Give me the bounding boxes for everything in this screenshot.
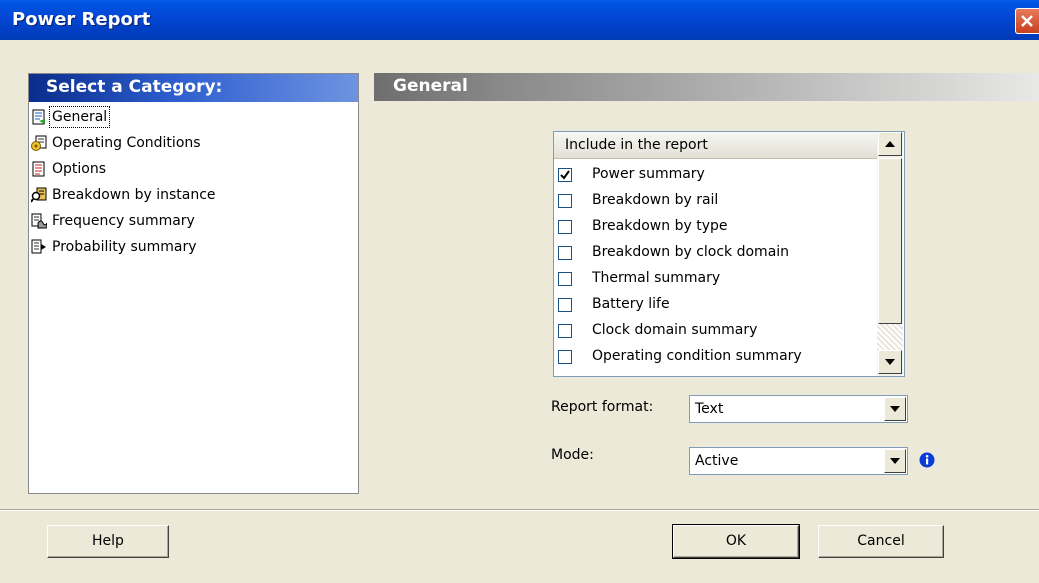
cancel-button[interactable]: Cancel [818,525,944,558]
category-item-label: Frequency summary [52,213,195,229]
include-item-breakdown-by-rail[interactable]: Breakdown by rail [554,188,877,214]
arrow-down-icon [885,359,895,365]
category-item-probability-summary[interactable]: Probability summary [29,234,358,260]
close-icon [1021,15,1033,27]
thermal-summary-checkbox[interactable] [558,272,572,286]
title-bar[interactable]: Power Report [0,0,1039,40]
include-item-power-summary[interactable]: Power summary [554,162,877,188]
options-page-icon [32,161,45,177]
help-button[interactable]: Help [47,525,169,558]
category-item-operating-conditions[interactable]: Operating Conditions [29,130,358,156]
category-item-label: Probability summary [52,239,197,255]
category-item-label: Operating Conditions [52,135,201,151]
info-icon[interactable] [919,452,935,468]
mode-select[interactable]: Active [689,447,908,475]
probability-icon [31,239,46,254]
category-item-breakdown-by-instance[interactable]: Breakdown by instance [29,182,358,208]
include-item-label: Breakdown by type [592,218,728,234]
footer-divider [0,509,1039,511]
arrow-up-icon [885,141,895,147]
chevron-down-icon [890,406,900,412]
window-title: Power Report [12,9,151,30]
conditions-icon [31,135,47,151]
scroll-track[interactable] [877,324,903,350]
ok-button[interactable]: OK [672,524,800,559]
general-header: General [374,73,1039,101]
category-item-options[interactable]: Options [29,156,358,182]
category-list: General Operating Conditions Options Bre… [29,104,358,260]
include-item-clock-domain-summary[interactable]: Clock domain summary [554,318,877,344]
scroll-thumb[interactable] [878,158,902,324]
close-button[interactable] [1015,8,1039,34]
chevron-down-icon [890,458,900,464]
include-in-report-list[interactable]: Include in the report Power summary Brea… [553,131,905,377]
category-item-frequency-summary[interactable]: Frequency summary [29,208,358,234]
include-list-scrollbar[interactable] [877,132,903,376]
include-list-header: Include in the report [554,132,877,159]
include-item-battery-life[interactable]: Battery life [554,292,877,318]
breakdown-by-rail-checkbox[interactable] [558,194,572,208]
breakdown-by-type-checkbox[interactable] [558,220,572,234]
power-summary-checkbox[interactable] [558,168,572,182]
report-format-select[interactable]: Text [689,395,908,423]
scroll-up-button[interactable] [878,132,902,156]
include-item-label: Thermal summary [592,270,721,286]
include-item-label: Breakdown by clock domain [592,244,790,260]
include-item-breakdown-by-type[interactable]: Breakdown by type [554,214,877,240]
include-list-header-label: Include in the report [565,137,708,153]
general-header-label: General [393,76,468,96]
category-item-general[interactable]: General [29,104,358,130]
include-item-operating-condition-summary[interactable]: Operating condition summary [554,344,877,370]
mode-value: Active [695,453,739,469]
mode-label: Mode: [551,447,594,463]
category-item-label: General [48,106,111,128]
report-format-dropdown-button[interactable] [884,397,906,421]
checkmark-icon [560,170,570,180]
include-item-label: Breakdown by rail [592,192,719,208]
clock-domain-summary-checkbox[interactable] [558,324,572,338]
power-report-dialog: Power Report Select a Category: General … [0,0,1039,583]
include-item-label: Power summary [592,166,705,182]
breakdown-by-clock-domain-checkbox[interactable] [558,246,572,260]
scroll-down-button[interactable] [878,350,902,374]
instance-search-icon [31,187,47,203]
include-item-thermal-summary[interactable]: Thermal summary [554,266,877,292]
include-item-breakdown-by-clock-domain[interactable]: Breakdown by clock domain [554,240,877,266]
report-page-icon [32,109,45,125]
include-item-label: Clock domain summary [592,322,758,338]
category-header: Select a Category: [29,74,358,102]
include-item-label: Operating condition summary [592,348,802,364]
report-format-value: Text [695,401,724,417]
battery-life-checkbox[interactable] [558,298,572,312]
mode-dropdown-button[interactable] [884,449,906,473]
report-format-label: Report format: [551,399,654,415]
category-header-label: Select a Category: [46,77,223,97]
category-item-label: Options [52,161,107,177]
operating-condition-summary-checkbox[interactable] [558,350,572,364]
category-panel: Select a Category: General Operating Con… [28,73,359,494]
include-list-rows: Power summary Breakdown by rail Breakdow… [554,162,877,370]
frequency-icon [31,213,47,229]
category-item-label: Breakdown by instance [52,187,216,203]
include-item-label: Battery life [592,296,670,312]
